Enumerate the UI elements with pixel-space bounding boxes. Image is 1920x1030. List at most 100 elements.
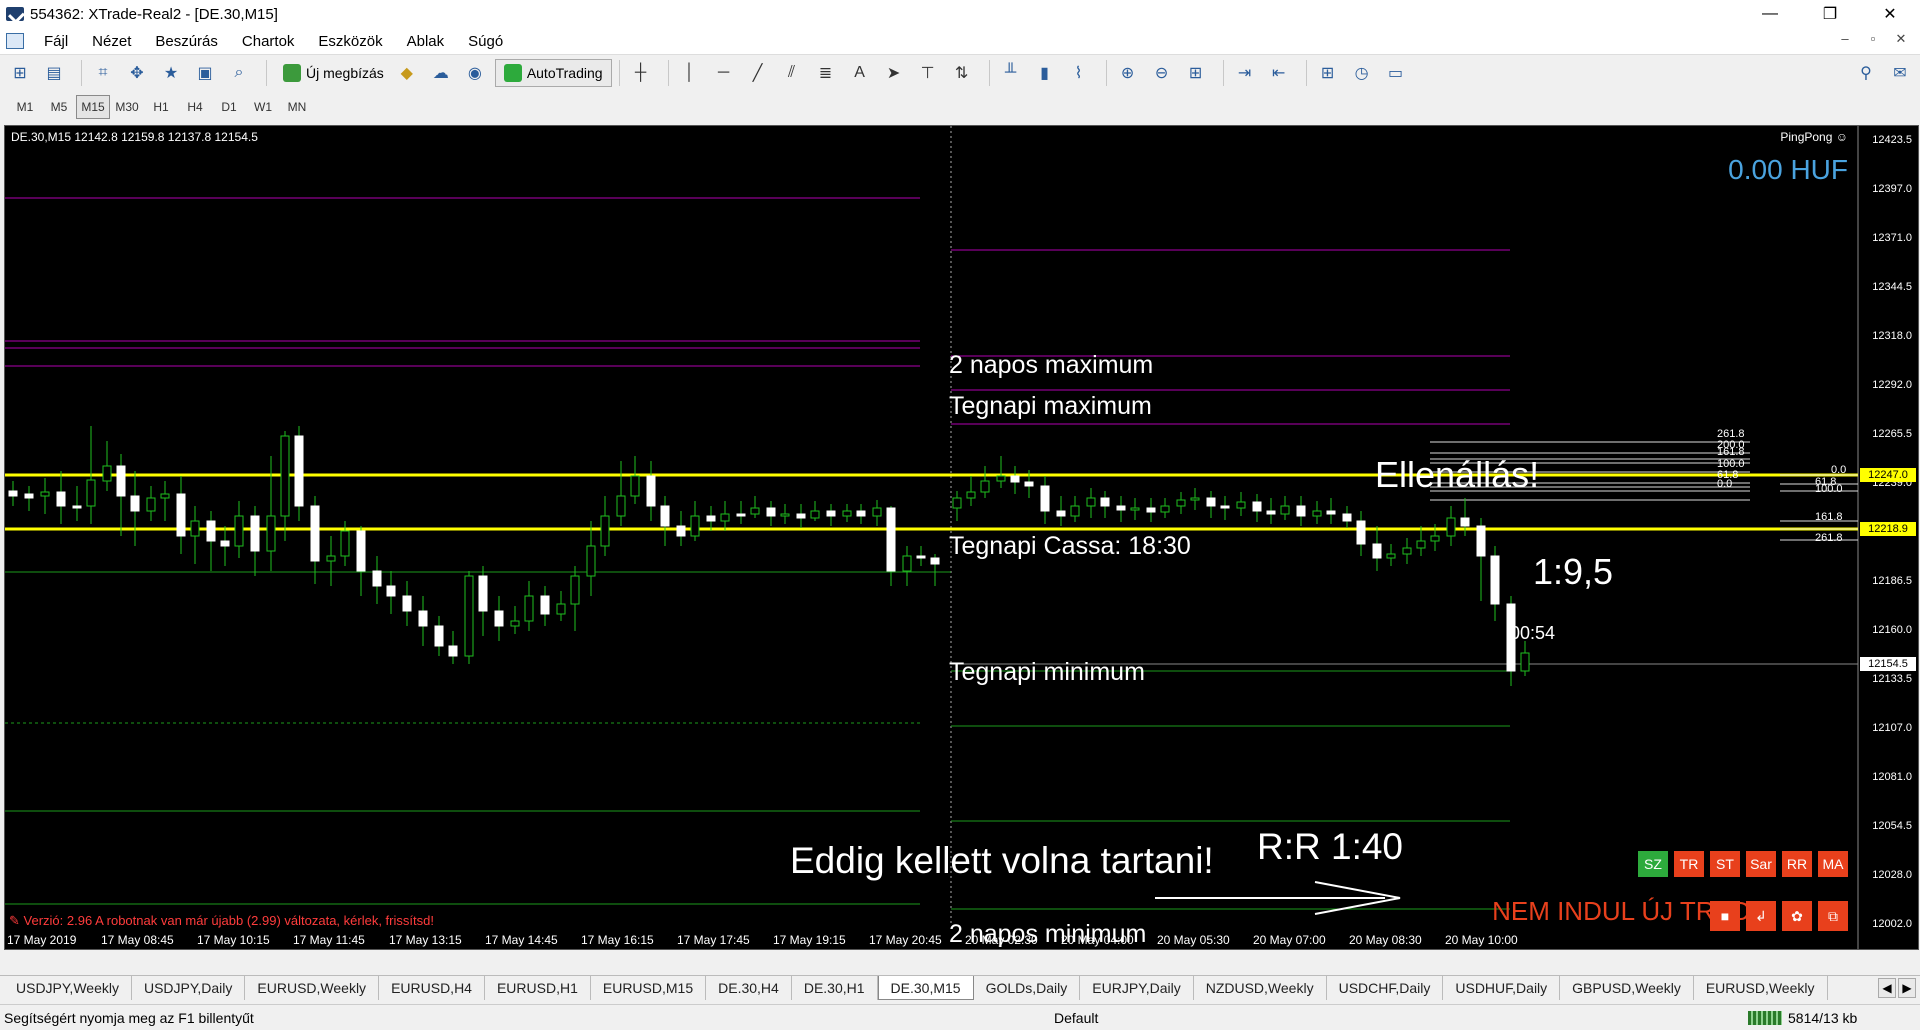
- bar-chart-icon[interactable]: ╨: [997, 59, 1025, 87]
- market-watch-icon[interactable]: ⌗: [89, 59, 117, 87]
- new-chart-icon[interactable]: ⊞: [6, 59, 34, 87]
- strategy-tester-icon[interactable]: ⌕: [225, 59, 253, 87]
- market-icon[interactable]: ◉: [461, 59, 489, 87]
- chart-tab[interactable]: DE.30,H1: [792, 976, 878, 1000]
- chat-icon[interactable]: ✉: [1886, 59, 1914, 87]
- arrows-icon[interactable]: ⇅: [948, 59, 976, 87]
- chart-window-icon[interactable]: [6, 33, 24, 49]
- fibonacci-icon[interactable]: ≣: [812, 59, 840, 87]
- candle-body: [1056, 510, 1066, 517]
- chart-tab[interactable]: USDHUF,Daily: [1443, 976, 1561, 1000]
- menu-window[interactable]: Ablak: [395, 33, 457, 50]
- search-icon[interactable]: ⚲: [1852, 59, 1880, 87]
- menu-file[interactable]: Fájl: [32, 33, 80, 50]
- mdi-close-button[interactable]: ✕: [1890, 31, 1912, 47]
- chart-tab[interactable]: DE.30,H4: [706, 976, 792, 1000]
- new-order-button[interactable]: Új megbízás: [274, 59, 393, 87]
- candle-body: [930, 557, 940, 565]
- vertical-line-icon[interactable]: │: [676, 59, 704, 87]
- indicators-icon[interactable]: ⊞: [1314, 59, 1342, 87]
- tr-button[interactable]: TR: [1674, 851, 1704, 877]
- candle-body: [872, 507, 882, 517]
- chart-tab[interactable]: USDCHF,Daily: [1327, 976, 1444, 1000]
- close-button[interactable]: ✕: [1860, 0, 1920, 28]
- cursor-icon[interactable]: ➤: [880, 59, 908, 87]
- chart-tabs: USDJPY,Weekly USDJPY,Daily EURUSD,Weekly EU…: [0, 975, 1920, 1001]
- navigator-icon[interactable]: ★: [157, 59, 185, 87]
- chart-tab[interactable]: EURUSD,H1: [485, 976, 591, 1000]
- chart-tab[interactable]: EURUSD,M15: [591, 976, 707, 1000]
- chart-tab[interactable]: EURUSD,Weekly: [245, 976, 380, 1000]
- signals-icon[interactable]: ☁: [427, 59, 455, 87]
- ma-button[interactable]: MA: [1818, 851, 1848, 877]
- status-bar: Segítségért nyomja meg az F1 billentyűt …: [0, 1004, 1920, 1030]
- mdi-minimize-button[interactable]: –: [1834, 31, 1856, 47]
- chart-tab[interactable]: NZDUSD,Weekly: [1194, 976, 1327, 1000]
- candle-body: [1372, 543, 1382, 559]
- tf-h1[interactable]: H1: [144, 95, 178, 119]
- status-profile[interactable]: Default: [1048, 1010, 1748, 1026]
- maximize-button[interactable]: ❐: [1800, 0, 1860, 28]
- chart-tab[interactable]: USDJPY,Weekly: [4, 976, 132, 1000]
- text-label-icon[interactable]: ⊤: [914, 59, 942, 87]
- sar-button[interactable]: Sar: [1746, 851, 1776, 877]
- st-button[interactable]: ST: [1710, 851, 1740, 877]
- templates-icon[interactable]: ▭: [1382, 59, 1410, 87]
- autotrading-button[interactable]: AutoTrading: [494, 58, 612, 87]
- tf-w1[interactable]: W1: [246, 95, 280, 119]
- menu-charts[interactable]: Chartok: [230, 33, 307, 50]
- trendline-icon[interactable]: ╱: [744, 59, 772, 87]
- tf-d1[interactable]: D1: [212, 95, 246, 119]
- candlestick-icon[interactable]: ▮: [1031, 59, 1059, 87]
- tf-m1[interactable]: M1: [8, 95, 42, 119]
- channel-icon[interactable]: ⫽: [778, 59, 806, 87]
- symbol-info: DE.30,M15 12142.8 12159.8 12137.8 12154.…: [11, 130, 258, 144]
- metaeditor-icon[interactable]: ◆: [393, 59, 421, 87]
- zoom-in-icon[interactable]: ⊕: [1114, 59, 1142, 87]
- current-price-marker: 12154.5: [1860, 657, 1916, 671]
- tf-h4[interactable]: H4: [178, 95, 212, 119]
- tf-m30[interactable]: M30: [110, 95, 144, 119]
- sz-button[interactable]: SZ: [1638, 851, 1668, 877]
- mdi-restore-button[interactable]: ▫: [1862, 31, 1884, 47]
- text-tool-icon[interactable]: A: [846, 59, 874, 87]
- menu-help[interactable]: Súgó: [456, 33, 515, 50]
- tab-scroll-right-icon[interactable]: ▶: [1898, 978, 1916, 998]
- price-chart[interactable]: DE.30,M15 12142.8 12159.8 12137.8 12154.…: [4, 125, 1919, 950]
- menu-view[interactable]: Nézet: [80, 33, 143, 50]
- tile-windows-icon[interactable]: ⊞: [1182, 59, 1210, 87]
- paw-icon[interactable]: ✿: [1782, 901, 1812, 931]
- rr-button[interactable]: RR: [1782, 851, 1812, 877]
- candle-body: [1416, 540, 1426, 549]
- chart-tab[interactable]: GOLDs,Daily: [974, 976, 1081, 1000]
- horizontal-line-icon[interactable]: ─: [710, 59, 738, 87]
- chart-shift-icon[interactable]: ⇥: [1231, 59, 1259, 87]
- zoom-out-icon[interactable]: ⊖: [1148, 59, 1176, 87]
- stop-icon[interactable]: ■: [1710, 901, 1740, 931]
- autoscroll-icon[interactable]: ⇤: [1265, 59, 1293, 87]
- crosshair-icon[interactable]: ┼: [627, 59, 655, 87]
- minimize-button[interactable]: —: [1740, 0, 1800, 28]
- menu-tools[interactable]: Eszközök: [306, 33, 394, 50]
- price-axis-label: 12186.5: [1872, 575, 1912, 587]
- chart-tab[interactable]: GBPUSD,Weekly: [1560, 976, 1694, 1000]
- tf-mn[interactable]: MN: [280, 95, 314, 119]
- chart-tab[interactable]: EURUSD,Weekly: [1694, 976, 1828, 1000]
- chart-tab[interactable]: DE.30,M15: [877, 976, 974, 1000]
- profiles-icon[interactable]: ▤: [40, 59, 68, 87]
- periods-icon[interactable]: ◷: [1348, 59, 1376, 87]
- tf-m5[interactable]: M5: [42, 95, 76, 119]
- return-icon[interactable]: ↲: [1746, 901, 1776, 931]
- candle-body: [1040, 485, 1050, 512]
- ea-control-buttons: ■ ↲ ✿ ⧉: [1710, 901, 1848, 931]
- menu-insert[interactable]: Beszúrás: [143, 33, 230, 50]
- tf-m15[interactable]: M15: [76, 95, 110, 119]
- tab-scroll-left-icon[interactable]: ◀: [1878, 978, 1896, 998]
- chart-tab[interactable]: EURUSD,H4: [379, 976, 485, 1000]
- chart-tab[interactable]: EURJPY,Daily: [1080, 976, 1194, 1000]
- line-chart-icon[interactable]: ⌇: [1065, 59, 1093, 87]
- terminal-icon[interactable]: ▣: [191, 59, 219, 87]
- data-window-icon[interactable]: ✥: [123, 59, 151, 87]
- chart-tab[interactable]: USDJPY,Daily: [132, 976, 246, 1000]
- window-icon[interactable]: ⧉: [1818, 901, 1848, 931]
